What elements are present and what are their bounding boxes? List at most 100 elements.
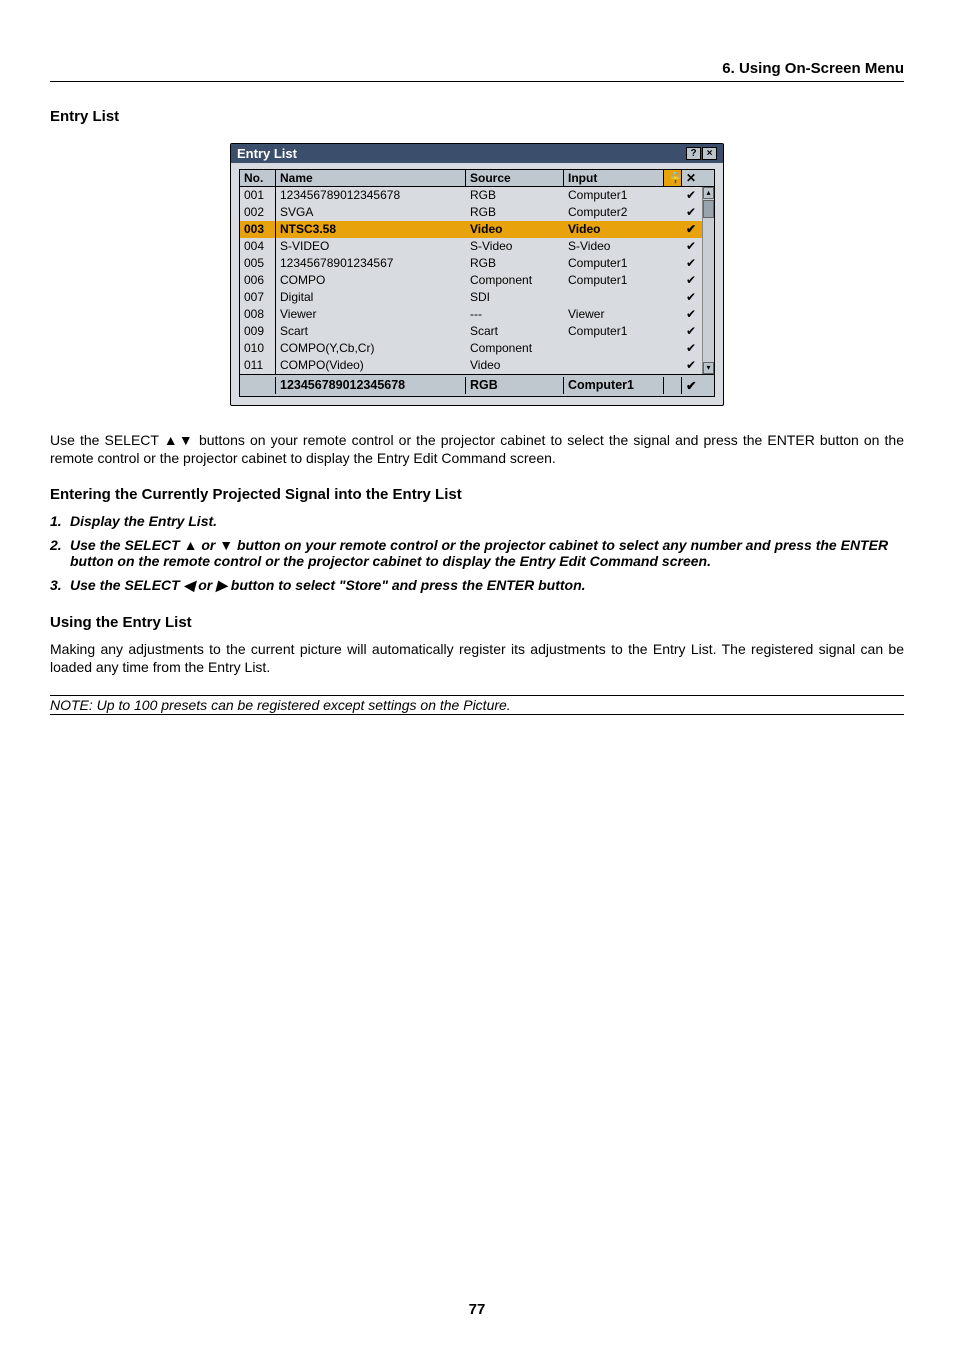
cell-lock [664, 238, 682, 255]
table-row[interactable]: 002SVGARGBComputer2✔ [240, 204, 714, 221]
entry-list-dialog: Entry List ? × No. Name Source Input 🔒 ✕… [230, 143, 724, 406]
cell-name: S-VIDEO [276, 238, 466, 255]
cell-lock [664, 255, 682, 272]
step-text: Use the SELECT ▲ or ▼ button on your rem… [70, 537, 904, 569]
table-row[interactable]: 001123456789012345678RGBComputer1 ✔ [240, 187, 714, 204]
cell-lock [664, 272, 682, 289]
table-row[interactable]: 003NTSC3.58VideoVideo✔ [240, 221, 714, 238]
col-header-source: Source [466, 170, 564, 186]
chapter-header: 6. Using On-Screen Menu [50, 60, 904, 82]
cell-no: 006 [240, 272, 276, 289]
cell-input [564, 289, 664, 306]
cell-no: 011 [240, 357, 276, 374]
table-row[interactable]: 010COMPO(Y,Cb,Cr)Component✔ [240, 340, 714, 357]
table-row[interactable]: 008Viewer---Viewer✔ [240, 306, 714, 323]
scroll-up-icon[interactable]: ▴ [703, 187, 714, 199]
check-icon: ✔ [682, 306, 700, 323]
cell-lock [664, 357, 682, 374]
table-row[interactable]: 011COMPO(Video)Video✔ [240, 357, 714, 374]
step-number: 2. [50, 537, 70, 569]
paragraph-using: Making any adjustments to the current pi… [50, 641, 904, 677]
cell-name: Viewer [276, 306, 466, 323]
check-icon: ✔ [682, 357, 700, 374]
check-icon: ✔ [682, 323, 700, 340]
cell-no: 009 [240, 323, 276, 340]
cell-input [564, 340, 664, 357]
close-icon[interactable]: × [702, 147, 717, 160]
col-header-name: Name [276, 170, 466, 186]
cell-source: RGB [466, 187, 564, 204]
entry-list-grid: No. Name Source Input 🔒 ✕ 00112345678901… [239, 169, 715, 397]
cell-name: Digital [276, 289, 466, 306]
section-title: Entry List [50, 108, 904, 125]
cell-source: Video [466, 221, 564, 238]
cell-name: Scart [276, 323, 466, 340]
cell-lock [664, 221, 682, 238]
cell-name: 12345678901234567 [276, 255, 466, 272]
help-icon[interactable]: ? [686, 147, 701, 160]
status-source: RGB [466, 377, 564, 394]
table-row[interactable]: 007DigitalSDI ✔ [240, 289, 714, 306]
cell-lock [664, 306, 682, 323]
page-number: 77 [0, 1301, 954, 1318]
cell-no: 004 [240, 238, 276, 255]
table-row[interactable]: 00512345678901234567RGBComputer1 ✔ [240, 255, 714, 272]
step-number: 3. [50, 577, 70, 594]
cell-no: 001 [240, 187, 276, 204]
col-header-no: No. [240, 170, 276, 186]
check-icon: ✔ [682, 238, 700, 255]
cell-name: SVGA [276, 204, 466, 221]
col-header-delete-icon: ✕ [682, 170, 700, 186]
cell-source: --- [466, 306, 564, 323]
cell-lock [664, 289, 682, 306]
cell-name: COMPO(Y,Cb,Cr) [276, 340, 466, 357]
cell-source: SDI [466, 289, 564, 306]
step-item: 3.Use the SELECT ◀ or ▶ button to select… [50, 577, 904, 594]
cell-no: 003 [240, 221, 276, 238]
cell-source: Video [466, 357, 564, 374]
cell-lock [664, 340, 682, 357]
cell-no: 007 [240, 289, 276, 306]
scrollbar[interactable]: ▴ ▾ [702, 187, 714, 374]
step-number: 1. [50, 513, 70, 529]
check-icon: ✔ [682, 255, 700, 272]
cell-no: 005 [240, 255, 276, 272]
step-text: Use the SELECT ◀ or ▶ button to select "… [70, 577, 904, 594]
step-item: 1.Display the Entry List. [50, 513, 904, 529]
check-icon: ✔ [682, 289, 700, 306]
cell-input [564, 357, 664, 374]
cell-lock [664, 204, 682, 221]
table-row[interactable]: 009ScartScartComputer1✔ [240, 323, 714, 340]
check-icon: ✔ [682, 204, 700, 221]
scroll-thumb[interactable] [703, 200, 714, 218]
grid-header: No. Name Source Input 🔒 ✕ [240, 170, 714, 187]
cell-source: RGB [466, 204, 564, 221]
status-name: 123456789012345678 [276, 377, 466, 394]
check-icon: ✔ [682, 272, 700, 289]
steps-list: 1.Display the Entry List.2.Use the SELEC… [50, 513, 904, 594]
cell-source: S-Video [466, 238, 564, 255]
cell-source: RGB [466, 255, 564, 272]
table-row[interactable]: 006COMPOComponentComputer1✔ [240, 272, 714, 289]
scroll-down-icon[interactable]: ▾ [703, 362, 714, 374]
grid-rows: 001123456789012345678RGBComputer1✔002SVG… [240, 187, 714, 374]
cell-input: Computer1 [564, 323, 664, 340]
cell-name: NTSC3.58 [276, 221, 466, 238]
check-icon: ✔ [682, 187, 700, 204]
note-text: NOTE: Up to 100 presets can be registere… [50, 695, 904, 715]
cell-input: Viewer [564, 306, 664, 323]
cell-source: Scart [466, 323, 564, 340]
cell-no: 002 [240, 204, 276, 221]
cell-source: Component [466, 272, 564, 289]
cell-source: Component [466, 340, 564, 357]
cell-name: 123456789012345678 [276, 187, 466, 204]
cell-input: Computer1 [564, 187, 664, 204]
cell-input: Computer1 [564, 255, 664, 272]
status-row: 123456789012345678 RGB Computer1 ✔ [240, 374, 714, 396]
table-row[interactable]: 004S-VIDEOS-VideoS-Video✔ [240, 238, 714, 255]
cell-input: Computer1 [564, 272, 664, 289]
subheading-entering: Entering the Currently Projected Signal … [50, 486, 904, 503]
cell-input: S-Video [564, 238, 664, 255]
cell-lock [664, 323, 682, 340]
step-text: Display the Entry List. [70, 513, 904, 529]
